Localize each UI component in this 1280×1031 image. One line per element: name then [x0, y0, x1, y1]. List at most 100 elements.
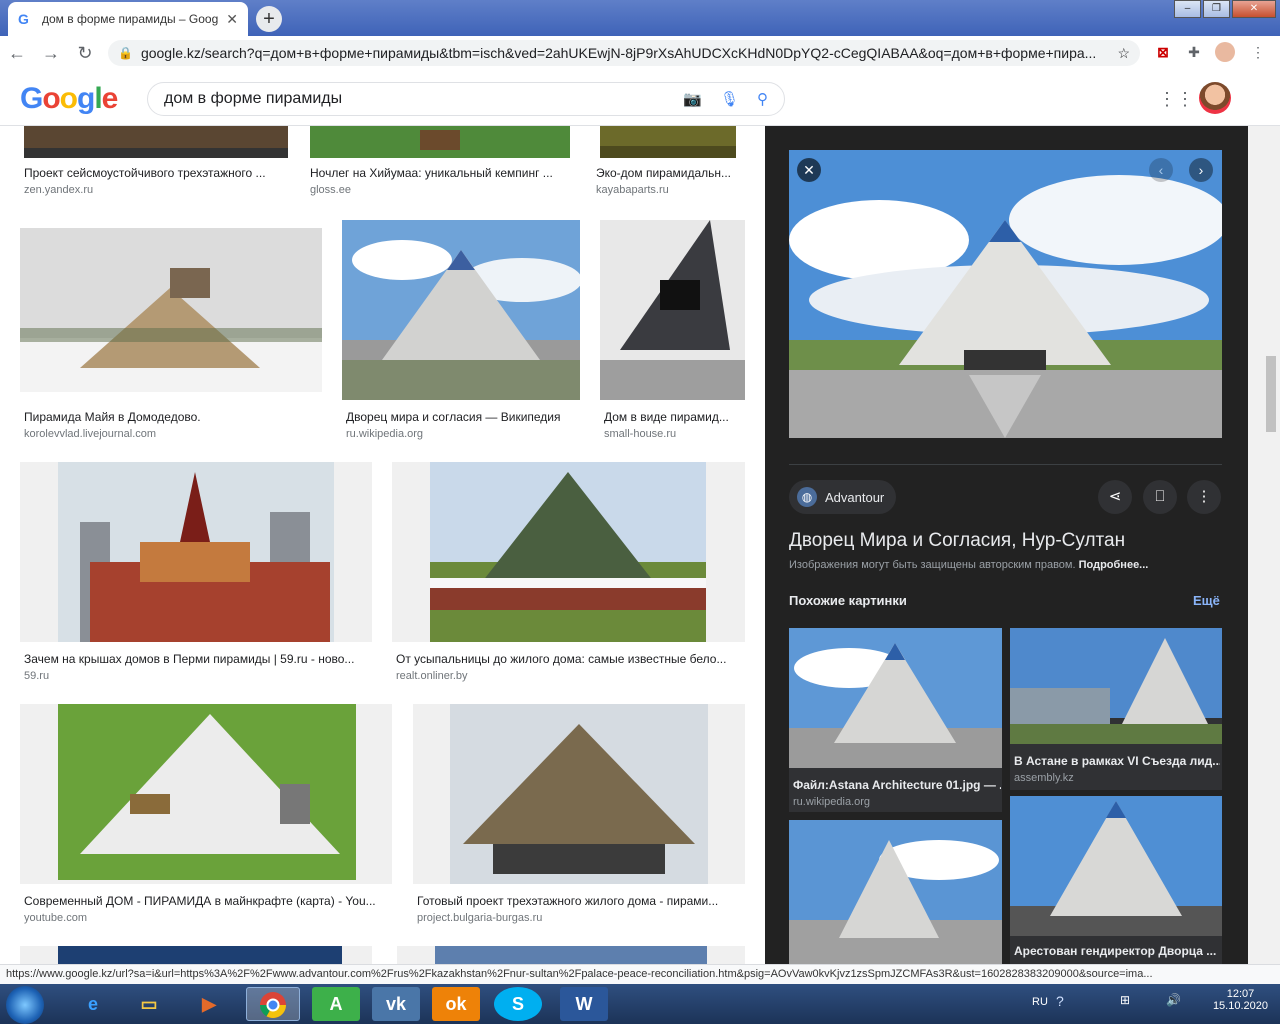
new-tab-button[interactable]: + — [256, 6, 282, 32]
result-card[interactable]: Ночлег на Хийумаа: уникальный кемпинг ..… — [306, 126, 574, 196]
result-caption[interactable]: Готовый проект трехэтажного жилого дома … — [417, 894, 746, 908]
result-thumbnail[interactable] — [392, 462, 745, 642]
media-player-icon[interactable]: ▶ — [182, 987, 236, 1021]
result-thumbnail[interactable] — [20, 228, 322, 392]
result-source[interactable]: gloss.ee — [310, 184, 351, 196]
close-window-button[interactable]: ✕ — [1232, 0, 1276, 18]
result-thumbnail[interactable] — [600, 220, 745, 400]
result-thumbnail[interactable] — [20, 704, 392, 884]
result-caption[interactable]: Современный ДОМ - ПИРАМИДА в майнкрафте … — [24, 894, 393, 908]
internet-explorer-icon[interactable]: e — [66, 987, 120, 1021]
pdf-extension-icon[interactable]: ⊠ — [1153, 42, 1173, 62]
result-card[interactable]: Дом в виде пирамид... small-house.ru — [600, 220, 746, 442]
language-indicator[interactable]: RU — [1032, 996, 1048, 1008]
forward-icon[interactable]: → — [34, 43, 68, 64]
result-thumbnail[interactable] — [397, 946, 745, 964]
similar-thumbnail[interactable] — [1010, 628, 1222, 744]
result-thumbnail[interactable] — [20, 462, 372, 642]
learn-more-link[interactable]: Подробнее... — [1079, 559, 1149, 571]
result-card[interactable]: Зачем на крышах домов в Перми пирамиды |… — [20, 462, 372, 684]
profile-icon[interactable] — [1215, 42, 1235, 62]
result-source[interactable]: 59.ru — [24, 670, 49, 682]
result-card[interactable]: Проект сейсмоустойчивого трехэтажного ..… — [20, 126, 288, 196]
result-card[interactable]: Пирамида Майя в Домодедово. korolevvlad.… — [20, 220, 322, 442]
chrome-icon[interactable] — [246, 987, 300, 1021]
similar-thumbnail[interactable] — [1010, 796, 1222, 936]
result-caption[interactable]: От усыпальницы до жилого дома: самые изв… — [396, 652, 746, 666]
result-thumbnail[interactable] — [310, 126, 570, 158]
result-caption[interactable]: Пирамида Майя в Домодедово. — [24, 410, 322, 424]
camera-icon[interactable]: 📷 — [683, 90, 702, 108]
similar-caption[interactable]: Арестован гендиректор Дворца ... — [1014, 944, 1220, 958]
more-link[interactable]: Ещё — [1193, 593, 1220, 608]
result-caption[interactable]: Эко-дом пирамидальн... — [596, 166, 740, 180]
a-app-icon[interactable]: A — [312, 987, 360, 1021]
file-explorer-icon[interactable]: ▭ — [122, 987, 176, 1021]
microphone-icon[interactable]: 🎙 — [720, 90, 739, 108]
preview-title[interactable]: Дворец Мира и Согласия, Нур-Султан — [789, 530, 1125, 552]
bookmark-icon[interactable]: ⎕ — [1143, 480, 1177, 514]
result-card[interactable]: Готовый проект трехэтажного жилого дома … — [413, 704, 746, 926]
similar-thumbnail[interactable] — [789, 628, 1002, 768]
search-icon[interactable]: ⚲ — [757, 90, 768, 108]
maximize-button[interactable]: ❐ — [1203, 0, 1230, 18]
scrollbar-thumb[interactable] — [1266, 356, 1276, 432]
preview-image[interactable] — [789, 150, 1222, 438]
result-caption[interactable]: Ночлег на Хийумаа: уникальный кемпинг ..… — [310, 166, 572, 180]
result-card[interactable] — [397, 946, 745, 964]
search-box[interactable]: дом в форме пирамиды 📷 🎙 ⚲ — [147, 82, 785, 116]
result-source[interactable]: korolevvlad.livejournal.com — [24, 428, 156, 440]
start-button[interactable] — [6, 986, 44, 1024]
search-input[interactable]: дом в форме пирамиды — [164, 90, 665, 108]
google-logo[interactable]: Google — [20, 82, 118, 116]
similar-thumbnail[interactable] — [789, 820, 1002, 964]
result-source[interactable]: small-house.ru — [604, 428, 676, 440]
result-card[interactable] — [20, 946, 372, 964]
source-site-chip[interactable]: ◍ Advantour — [789, 480, 897, 514]
result-caption[interactable]: Дворец мира и согласия — Википедия — [346, 410, 582, 424]
result-thumbnail[interactable] — [600, 126, 736, 158]
result-caption[interactable]: Дом в виде пирамид... — [604, 410, 746, 424]
result-source[interactable]: project.bulgaria-burgas.ru — [417, 912, 542, 924]
result-thumbnail[interactable] — [342, 220, 580, 400]
result-thumbnail[interactable] — [20, 946, 372, 964]
avatar[interactable] — [1199, 82, 1231, 114]
address-bar[interactable]: 🔒 google.kz/search?q=дом+в+форме+пирамид… — [108, 40, 1140, 66]
volume-icon[interactable]: 🔊 — [1166, 993, 1181, 1007]
skype-icon[interactable]: S — [494, 987, 542, 1021]
similar-image-card[interactable]: Арестован гендиректор Дворца ... — [1010, 796, 1222, 964]
close-tab-icon[interactable]: ✕ — [226, 11, 238, 28]
odnoklassniki-icon[interactable]: ok — [432, 987, 480, 1021]
result-card[interactable]: ▶ Современный ДОМ - ПИРАМИДА в майнкрафт… — [20, 704, 393, 926]
prev-image-icon[interactable]: ‹ — [1149, 158, 1173, 182]
page-scrollbar[interactable] — [1248, 126, 1280, 964]
browser-tab[interactable]: G дом в форме пирамиды – Goog ✕ — [8, 2, 248, 36]
word-icon[interactable]: W — [560, 987, 608, 1021]
similar-source[interactable]: ru.wikipedia.org — [793, 796, 870, 808]
similar-caption[interactable]: Файл:Astana Architecture 01.jpg — ... — [793, 778, 1001, 792]
similar-source[interactable]: assembly.kz — [1014, 772, 1074, 784]
more-options-icon[interactable]: ⋮ — [1187, 480, 1221, 514]
back-icon[interactable]: ← — [0, 43, 34, 64]
menu-icon[interactable]: ⋮ — [1248, 42, 1268, 62]
result-thumbnail[interactable] — [24, 126, 288, 158]
result-card[interactable]: От усыпальницы до жилого дома: самые изв… — [392, 462, 746, 684]
result-thumbnail[interactable] — [413, 704, 745, 884]
extensions-icon[interactable]: ✚ — [1184, 42, 1204, 62]
result-source[interactable]: kayabaparts.ru — [596, 184, 669, 196]
similar-image-card[interactable]: В Астане в рамках VI Съезда лид... assem… — [1010, 628, 1222, 790]
result-card[interactable]: Эко-дом пирамидальн... kayabaparts.ru — [592, 126, 742, 196]
vk-icon[interactable]: vk — [372, 987, 420, 1021]
result-source[interactable]: realt.onliner.by — [396, 670, 468, 682]
result-source[interactable]: zen.yandex.ru — [24, 184, 93, 196]
result-caption[interactable]: Зачем на крышах домов в Перми пирамиды |… — [24, 652, 372, 666]
minimize-button[interactable]: – — [1174, 0, 1201, 18]
result-caption[interactable]: Проект сейсмоустойчивого трехэтажного ..… — [24, 166, 286, 180]
result-card[interactable]: Дворец мира и согласия — Википедия ru.wi… — [342, 220, 582, 442]
help-icon[interactable]: ? — [1056, 993, 1064, 1009]
network-icon[interactable]: ⊞ — [1120, 993, 1130, 1007]
similar-image-card[interactable]: Файл:Astana Architecture 01.jpg — ... ru… — [789, 628, 1002, 812]
bookmark-star-icon[interactable]: ☆ — [1117, 45, 1130, 62]
result-source[interactable]: youtube.com — [24, 912, 87, 924]
similar-image-card[interactable] — [789, 820, 1002, 964]
